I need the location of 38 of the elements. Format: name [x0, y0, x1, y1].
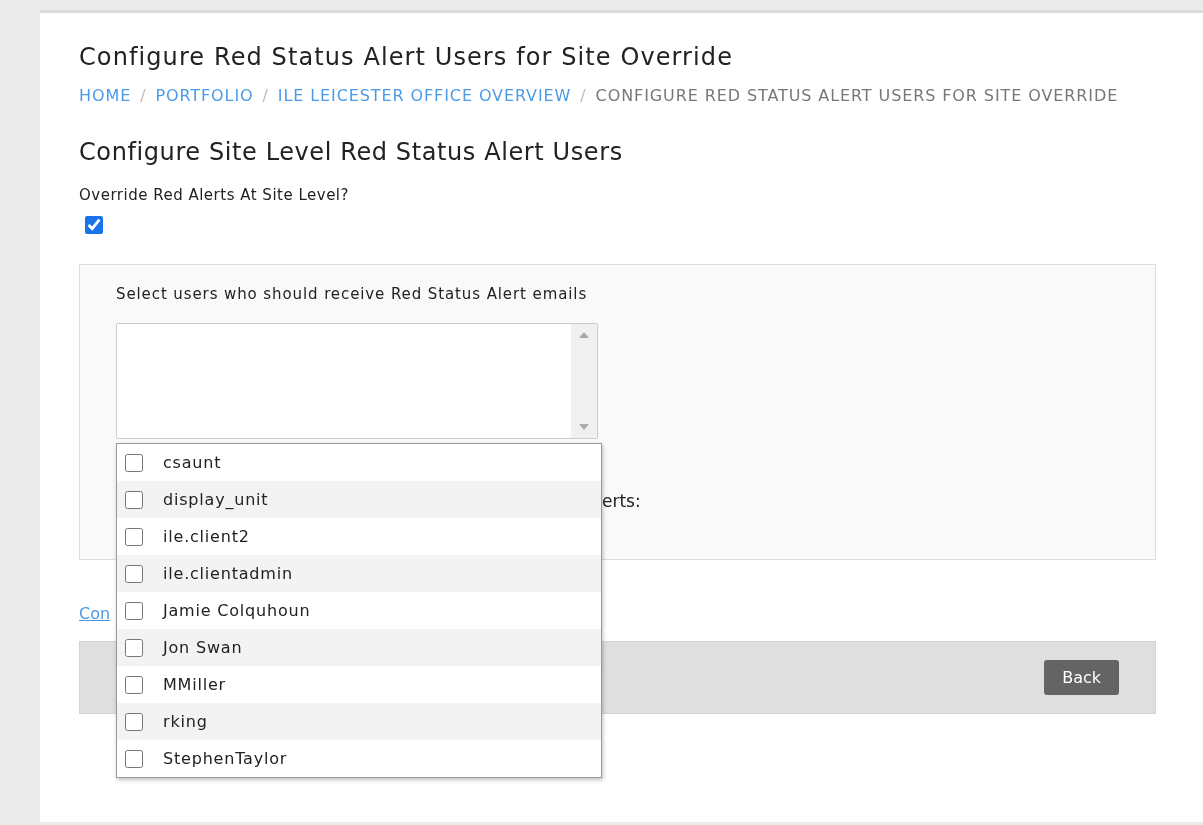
user-option[interactable]: csaunt [117, 444, 601, 481]
breadcrumb-separator: / [261, 86, 270, 105]
user-name: rking [163, 712, 208, 731]
user-checkbox[interactable] [125, 749, 143, 768]
user-checkbox[interactable] [125, 638, 143, 657]
user-name: Jon Swan [163, 638, 243, 657]
user-checkbox[interactable] [125, 527, 143, 546]
user-option[interactable]: MMiller [117, 666, 601, 703]
user-checkbox[interactable] [125, 712, 143, 731]
checkbox-label: Override Red Alerts At Site Level? [79, 186, 350, 204]
user-checkbox[interactable] [125, 564, 143, 583]
section-title: Configure Site Level Red Status Alert Users [79, 138, 624, 166]
user-name: MMiller [163, 675, 226, 694]
user-checkbox[interactable] [125, 453, 143, 472]
user-option[interactable]: ile.clientadmin [117, 555, 601, 592]
user-checkbox[interactable] [125, 490, 143, 509]
user-checkbox[interactable] [125, 601, 143, 620]
user-option[interactable]: StephenTaylor [117, 740, 601, 777]
breadcrumb-separator: / [579, 86, 588, 105]
user-name: csaunt [163, 453, 222, 472]
back-button[interactable]: Back [1044, 660, 1119, 695]
user-checkbox[interactable] [125, 675, 143, 694]
breadcrumb-separator: / [139, 86, 148, 105]
page-title: Configure Red Status Alert Users for Site Override [79, 43, 735, 71]
user-option[interactable]: ile.client2 [117, 518, 601, 555]
user-name: StephenTaylor [163, 749, 288, 768]
user-name: display_unit [163, 490, 269, 509]
user-name: ile.clientadmin [163, 564, 293, 583]
user-option[interactable]: Jon Swan [117, 629, 601, 666]
field-label: erts: [602, 491, 642, 511]
user-name: Jamie Colquhoun [163, 601, 311, 620]
user-option[interactable]: display_unit [117, 481, 601, 518]
user-name: ile.client2 [163, 527, 250, 546]
override-checkbox[interactable] [85, 216, 103, 234]
user-option[interactable]: Jamie Colquhoun [117, 592, 601, 629]
user-option[interactable]: rking [117, 703, 601, 740]
field-label: Select users who should receive Red Status Alert emails [116, 285, 589, 303]
breadcrumb-current: CONFIGURE RED STATUS ALERT USERS FOR SITE OVERRIDE [595, 86, 1119, 105]
